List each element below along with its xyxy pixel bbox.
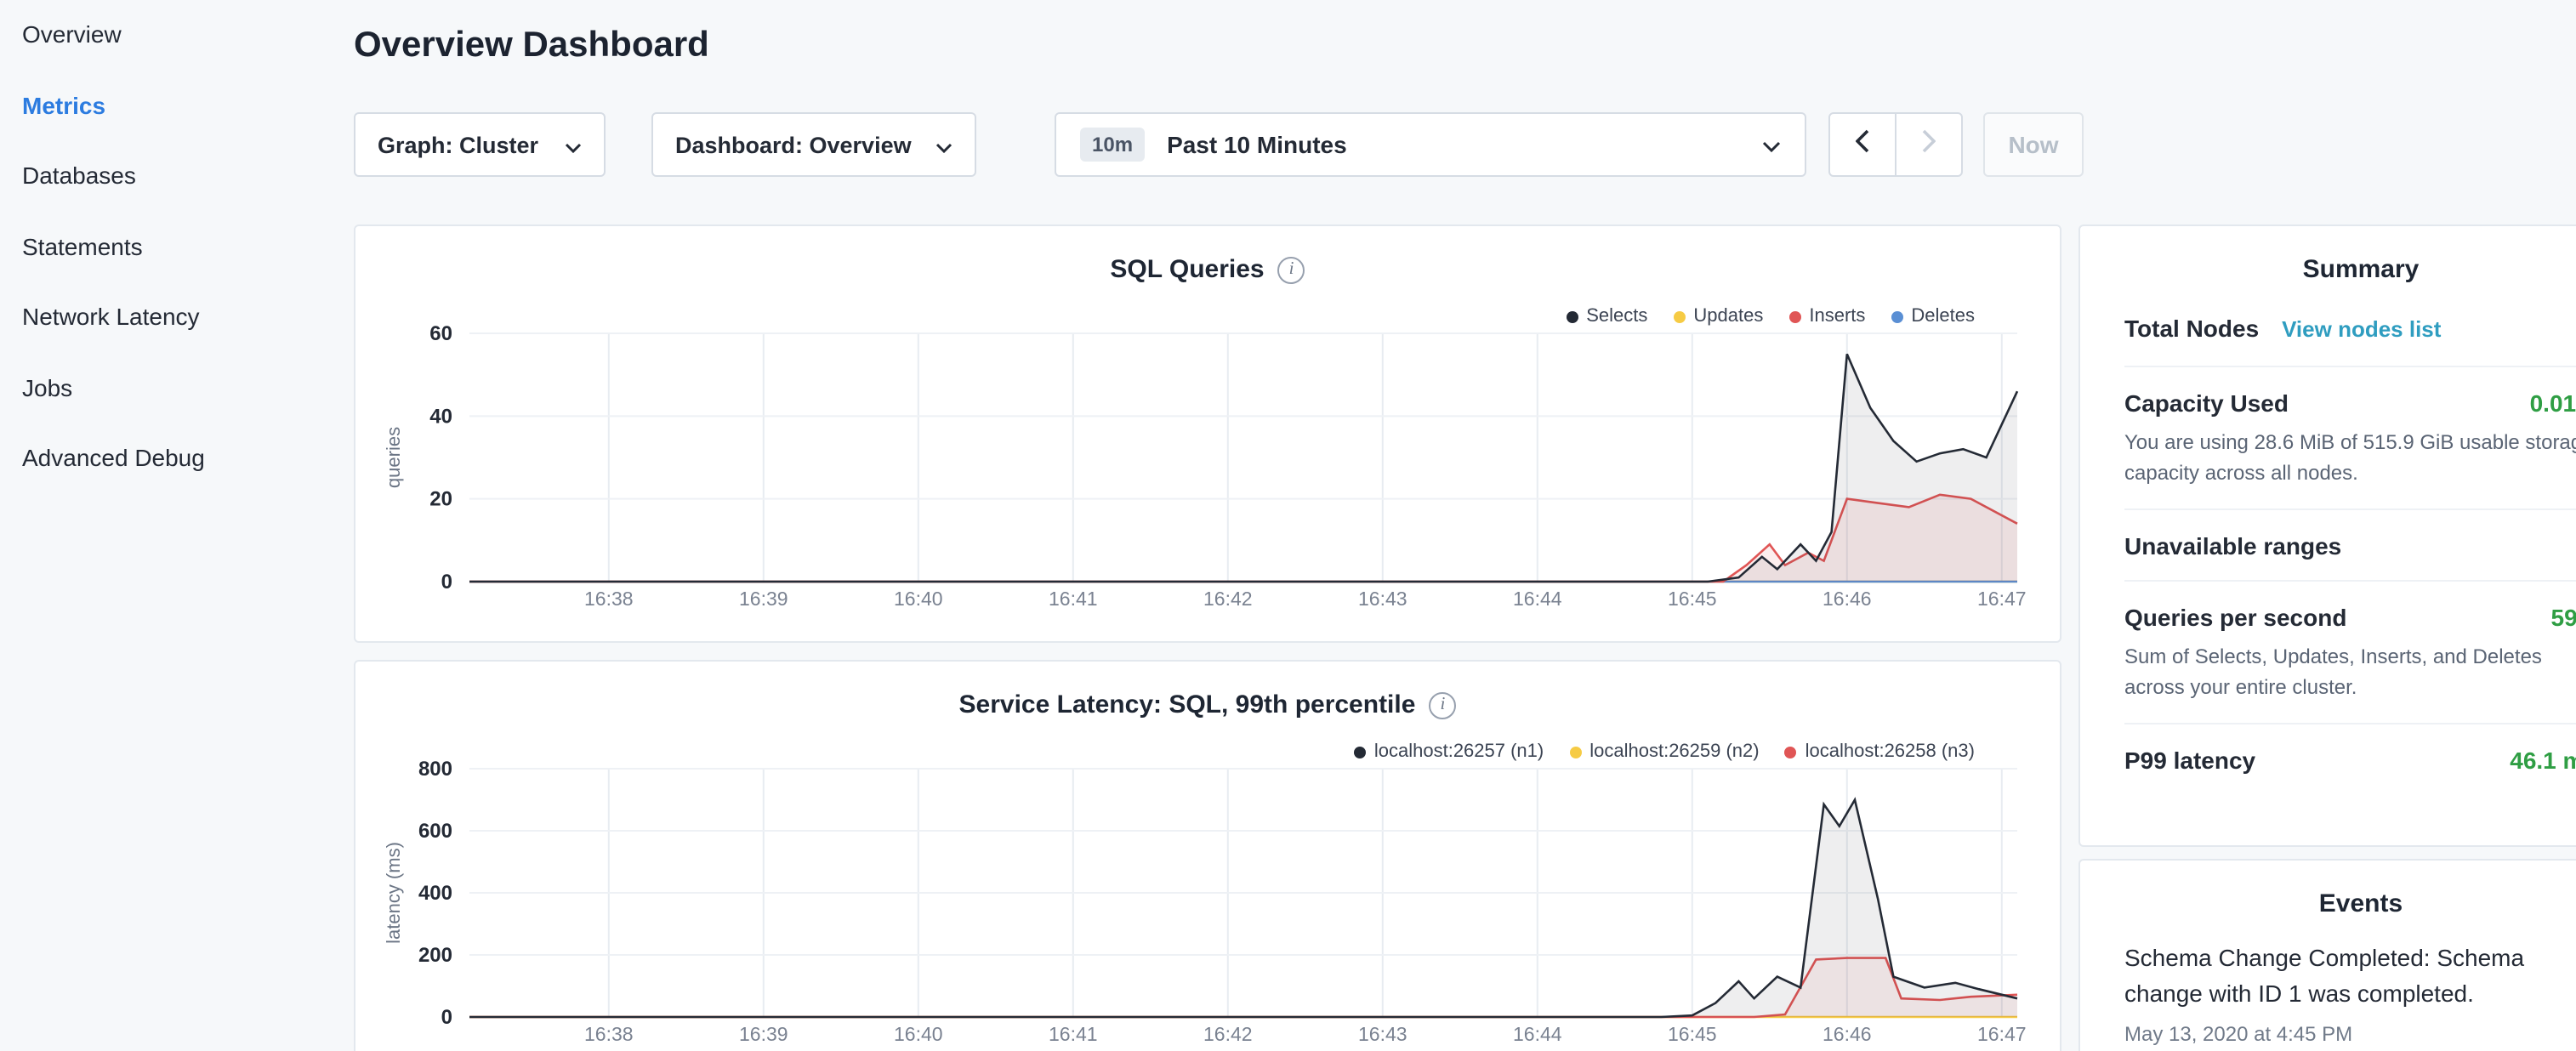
svg-text:40: 40 — [429, 405, 452, 428]
svg-text:16:40: 16:40 — [894, 1023, 943, 1045]
sidebar-item-jobs[interactable]: Jobs — [0, 353, 327, 423]
sidebar-item-databases[interactable]: Databases — [0, 141, 327, 212]
summary-description: Sum of Selects, Updates, Inserts, and De… — [2124, 641, 2576, 702]
app-window: Overview Metrics Databases Statements Ne… — [0, 0, 2576, 1051]
events-panel: Events Schema Change Completed: Schema c… — [2078, 859, 2576, 1051]
summary-label: Total Nodes — [2124, 315, 2259, 342]
now-button-label: Now — [2008, 131, 2058, 158]
svg-text:16:38: 16:38 — [584, 588, 634, 610]
svg-text:queries: queries — [383, 427, 404, 488]
svg-text:16:42: 16:42 — [1203, 1023, 1253, 1045]
legend-dot-icon — [1785, 746, 1797, 758]
sidebar-item-statements[interactable]: Statements — [0, 212, 327, 282]
sidebar-item-advanced-debug[interactable]: Advanced Debug — [0, 423, 327, 494]
svg-text:16:39: 16:39 — [739, 588, 788, 610]
summary-label: Queries per second — [2124, 604, 2346, 631]
svg-text:latency (ms): latency (ms) — [383, 842, 404, 944]
time-step-buttons — [1828, 112, 1963, 177]
svg-text:16:45: 16:45 — [1668, 1023, 1717, 1045]
time-window-badge: 10m — [1080, 128, 1145, 162]
svg-text:16:47: 16:47 — [1977, 588, 2027, 610]
svg-text:60: 60 — [429, 322, 452, 345]
svg-text:16:47: 16:47 — [1977, 1023, 2027, 1045]
summary-description: You are using 28.6 MiB of 515.9 GiB usab… — [2124, 427, 2576, 488]
chart-title: SQL Queries — [1110, 255, 1264, 284]
next-time-window-button[interactable] — [1895, 112, 1963, 177]
view-nodes-list-link[interactable]: View nodes list — [2282, 316, 2441, 342]
summary-value: 59.7 — [2551, 604, 2576, 631]
sql-queries-chart[interactable]: 16:38 16:39 16:40 16:41 16:42 16:43 16:44 16:45… — [376, 321, 2043, 614]
chevron-down-icon — [935, 132, 952, 157]
graph-selector-dropdown[interactable]: Graph: Cluster — [354, 112, 606, 177]
svg-text:16:46: 16:46 — [1823, 588, 1872, 610]
page-title: Overview Dashboard — [354, 26, 709, 66]
summary-row-p99-latency: P99 latency 46.1 ms — [2124, 724, 2576, 794]
svg-text:400: 400 — [418, 882, 452, 905]
summary-panel: Summary Total Nodes View nodes list 3 Ca… — [2078, 224, 2576, 847]
summary-row-unavailable-ranges: Unavailable ranges 0 — [2124, 510, 2576, 582]
svg-text:16:41: 16:41 — [1049, 1023, 1098, 1045]
legend-dot-icon — [1891, 310, 1902, 322]
svg-text:16:44: 16:44 — [1513, 588, 1562, 610]
sidebar-item-overview[interactable]: Overview — [0, 0, 327, 71]
event-list-item[interactable]: Schema Change Completed: Schema change w… — [2124, 940, 2576, 1046]
chevron-down-icon — [565, 132, 582, 157]
legend-dot-icon — [1566, 310, 1578, 322]
summary-row-total-nodes: Total Nodes View nodes list 3 — [2124, 293, 2576, 367]
now-button[interactable]: Now — [1983, 112, 2084, 177]
events-title: Events — [2080, 861, 2576, 927]
legend-dot-icon — [1569, 746, 1581, 758]
dashboard-selector-label: Dashboard: Overview — [675, 132, 912, 157]
summary-label: P99 latency — [2124, 747, 2255, 774]
summary-label: Capacity Used — [2124, 389, 2289, 417]
sidebar-item-metrics[interactable]: Metrics — [0, 71, 327, 141]
summary-title: Summary — [2080, 226, 2576, 293]
summary-label: Unavailable ranges — [2124, 532, 2341, 560]
sidebar: Overview Metrics Databases Statements Ne… — [0, 0, 327, 494]
svg-text:20: 20 — [429, 488, 452, 511]
svg-text:16:43: 16:43 — [1358, 1023, 1407, 1045]
summary-row-capacity-used: Capacity Used 0.01% You are using 28.6 M… — [2124, 367, 2576, 510]
previous-time-window-button[interactable] — [1828, 112, 1896, 177]
service-latency-chart-card: Service Latency: SQL, 99th percentile i … — [354, 660, 2061, 1051]
legend-dot-icon — [1354, 746, 1366, 758]
svg-text:16:46: 16:46 — [1823, 1023, 1872, 1045]
svg-text:16:45: 16:45 — [1668, 588, 1717, 610]
legend-dot-icon — [1673, 310, 1685, 322]
graph-selector-label: Graph: Cluster — [378, 132, 538, 157]
legend-dot-icon — [1788, 310, 1800, 322]
svg-text:600: 600 — [418, 820, 452, 843]
svg-text:16:40: 16:40 — [894, 588, 943, 610]
time-range-picker[interactable]: 10m Past 10 Minutes — [1055, 112, 1806, 177]
svg-text:200: 200 — [418, 944, 452, 967]
dashboard-selector-dropdown[interactable]: Dashboard: Overview — [651, 112, 976, 177]
summary-value: 0.01% — [2530, 389, 2576, 417]
chart-title: Service Latency: SQL, 99th percentile — [959, 690, 1416, 719]
event-message: Schema Change Completed: Schema change w… — [2124, 940, 2576, 1012]
sidebar-item-network-latency[interactable]: Network Latency — [0, 282, 327, 353]
event-timestamp: May 13, 2020 at 4:45 PM — [2124, 1022, 2576, 1046]
svg-text:16:42: 16:42 — [1203, 588, 1253, 610]
svg-text:16:44: 16:44 — [1513, 1023, 1562, 1045]
chevron-down-icon — [1762, 132, 1781, 157]
summary-row-queries-per-second: Queries per second 59.7 Sum of Selects, … — [2124, 582, 2576, 724]
sql-queries-chart-card: SQL Queries i SelectsUpdatesInsertsDelet… — [354, 224, 2061, 643]
chevron-right-icon — [1922, 128, 1936, 161]
info-icon[interactable]: i — [1429, 691, 1456, 719]
svg-text:0: 0 — [441, 571, 452, 594]
svg-text:16:41: 16:41 — [1049, 588, 1098, 610]
info-icon[interactable]: i — [1278, 256, 1305, 283]
chevron-left-icon — [1856, 128, 1869, 161]
svg-text:0: 0 — [441, 1006, 452, 1029]
summary-value: 46.1 ms — [2510, 747, 2576, 774]
time-window-label: Past 10 Minutes — [1167, 131, 1762, 158]
service-latency-chart[interactable]: 16:38 16:39 16:40 16:41 16:42 16:43 16:44 16:45… — [376, 757, 2043, 1049]
svg-text:16:43: 16:43 — [1358, 588, 1407, 610]
svg-text:16:38: 16:38 — [584, 1023, 634, 1045]
svg-text:800: 800 — [418, 758, 452, 781]
svg-text:16:39: 16:39 — [739, 1023, 788, 1045]
